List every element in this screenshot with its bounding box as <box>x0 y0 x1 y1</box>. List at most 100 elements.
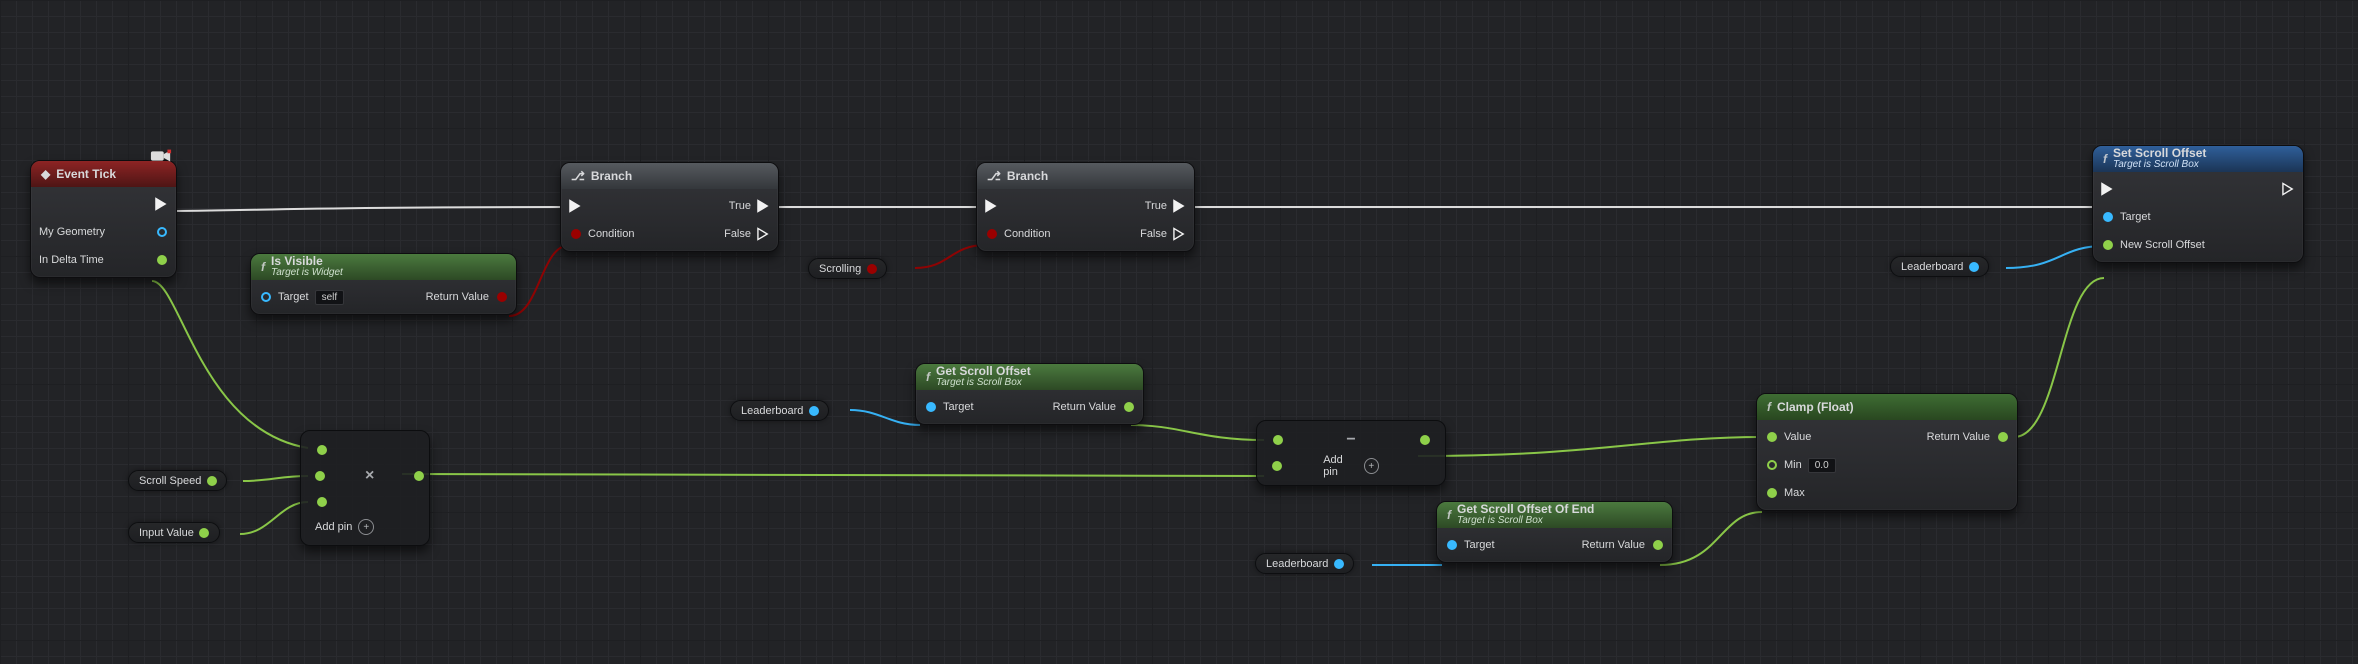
input-pin[interactable] <box>1445 539 1458 552</box>
variable-get-leaderboard[interactable]: Leaderboard <box>1890 256 1989 277</box>
pin-label: Target <box>2120 211 2151 223</box>
node-title: Event Tick <box>56 167 116 181</box>
add-pin-button[interactable]: Add pin + <box>1323 454 1379 478</box>
input-pin[interactable] <box>569 228 582 241</box>
output-pin[interactable] <box>807 404 820 417</box>
exec-out-pin[interactable] <box>2282 183 2295 196</box>
node-title: Branch <box>591 169 632 183</box>
node-title: Get Scroll Offset <box>936 365 1031 377</box>
variable-get-scrolling[interactable]: Scrolling <box>808 258 887 279</box>
variable-get-leaderboard[interactable]: Leaderboard <box>730 400 829 421</box>
pin-label: Return Value <box>426 291 489 303</box>
chip-label: Leaderboard <box>741 405 803 417</box>
exec-out-pin[interactable] <box>757 228 770 241</box>
plus-icon: + <box>1364 458 1379 474</box>
exec-out-pin[interactable] <box>155 198 168 211</box>
chip-label: Scrolling <box>819 263 861 275</box>
pin-label: Return Value <box>1582 539 1645 551</box>
node-header: ⎇ Branch <box>977 163 1194 189</box>
multiply-operator-icon: × <box>365 467 374 485</box>
node-title: Is Visible <box>271 255 343 267</box>
event-icon: ◆ <box>41 167 50 181</box>
variable-get-leaderboard[interactable]: Leaderboard <box>1255 553 1354 574</box>
node-title: Clamp (Float) <box>1777 400 1854 414</box>
chip-label: Leaderboard <box>1266 558 1328 570</box>
node-multiply[interactable]: × Add pin + <box>300 430 430 546</box>
pin-label: Min <box>1784 459 1802 471</box>
output-pin[interactable] <box>495 291 508 304</box>
output-pin[interactable] <box>1967 260 1980 273</box>
input-pin[interactable] <box>2101 211 2114 224</box>
input-pin[interactable] <box>1271 460 1283 473</box>
pin-label: Value <box>1784 431 1811 443</box>
output-pin[interactable] <box>1332 557 1345 570</box>
pin-label: Add pin <box>315 521 352 533</box>
function-icon: f <box>926 370 930 384</box>
input-pin[interactable] <box>1765 459 1778 472</box>
exec-out-pin[interactable] <box>1173 228 1186 241</box>
add-pin-button[interactable]: Add pin + <box>315 519 415 535</box>
input-pin[interactable] <box>1765 487 1778 500</box>
node-title: Get Scroll Offset Of End <box>1457 503 1594 515</box>
function-icon: f <box>261 260 265 274</box>
input-pin[interactable] <box>985 228 998 241</box>
input-pin[interactable] <box>2101 239 2114 252</box>
node-subtitle: Target is Scroll Box <box>1457 515 1594 527</box>
pin-label: In Delta Time <box>39 254 104 266</box>
pin-default-value[interactable]: 0.0 <box>1808 458 1836 473</box>
node-subtitle: Target is Widget <box>271 267 343 279</box>
pin-label: Condition <box>1004 228 1050 240</box>
output-pin[interactable] <box>198 526 211 539</box>
output-pin[interactable] <box>865 262 878 275</box>
pin-label: New Scroll Offset <box>2120 239 2205 251</box>
node-header: f Clamp (Float) <box>1757 394 2017 420</box>
output-pin[interactable] <box>1122 401 1135 414</box>
chip-label: Scroll Speed <box>139 475 201 487</box>
output-pin[interactable] <box>1651 539 1664 552</box>
pin-label: Target <box>943 401 974 413</box>
exec-out-pin[interactable] <box>757 200 770 213</box>
node-set-scroll-offset[interactable]: f Set Scroll Offset Target is Scroll Box… <box>2092 145 2304 263</box>
node-get-scroll-offset-end[interactable]: f Get Scroll Offset Of End Target is Scr… <box>1436 501 1673 563</box>
output-pin[interactable] <box>1996 431 2009 444</box>
node-header: ◆ Event Tick <box>31 161 176 187</box>
exec-in-pin[interactable] <box>985 200 998 213</box>
node-get-scroll-offset[interactable]: f Get Scroll Offset Target is Scroll Box… <box>915 363 1144 425</box>
node-branch[interactable]: ⎇ Branch True Condition False <box>976 162 1195 252</box>
blueprint-canvas[interactable]: ◆ Event Tick My Geometry In Delta Time f… <box>0 0 2358 664</box>
output-pin[interactable] <box>205 474 218 487</box>
node-branch[interactable]: ⎇ Branch True Condition False <box>560 162 779 252</box>
subtract-operator-icon: − <box>1346 431 1355 449</box>
pin-label: Condition <box>588 228 634 240</box>
node-event-tick[interactable]: ◆ Event Tick My Geometry In Delta Time <box>30 160 177 278</box>
input-pin[interactable] <box>315 470 325 483</box>
pin-label: Target <box>1464 539 1495 551</box>
exec-in-pin[interactable] <box>569 200 582 213</box>
node-header: ⎇ Branch <box>561 163 778 189</box>
node-subtitle: Target is Scroll Box <box>2113 159 2206 171</box>
input-pin[interactable] <box>259 291 272 304</box>
input-pin[interactable] <box>315 496 328 509</box>
node-is-visible[interactable]: f Is Visible Target is Widget Target sel… <box>250 253 517 315</box>
node-title: Set Scroll Offset <box>2113 147 2206 159</box>
pin-default-value[interactable]: self <box>315 290 345 305</box>
output-pin[interactable] <box>1418 434 1431 447</box>
output-pin[interactable] <box>155 254 168 267</box>
input-pin[interactable] <box>1765 431 1778 444</box>
variable-get-input-value[interactable]: Input Value <box>128 522 220 543</box>
node-title: Branch <box>1007 169 1048 183</box>
input-pin[interactable] <box>924 401 937 414</box>
exec-out-pin[interactable] <box>1173 200 1186 213</box>
input-pin[interactable] <box>315 444 328 457</box>
node-subtract[interactable]: − Add pin + <box>1256 420 1446 486</box>
exec-in-pin[interactable] <box>2101 183 2114 196</box>
node-clamp-float[interactable]: f Clamp (Float) Value Return Value Min 0… <box>1756 393 2018 511</box>
pin-label: True <box>729 200 751 212</box>
input-pin[interactable] <box>1271 434 1284 447</box>
node-header: f Is Visible Target is Widget <box>251 254 516 280</box>
chip-label: Leaderboard <box>1901 261 1963 273</box>
output-pin[interactable] <box>414 470 424 483</box>
pin-label: Add pin <box>1323 454 1358 478</box>
variable-get-scroll-speed[interactable]: Scroll Speed <box>128 470 227 491</box>
output-pin[interactable] <box>155 226 168 239</box>
